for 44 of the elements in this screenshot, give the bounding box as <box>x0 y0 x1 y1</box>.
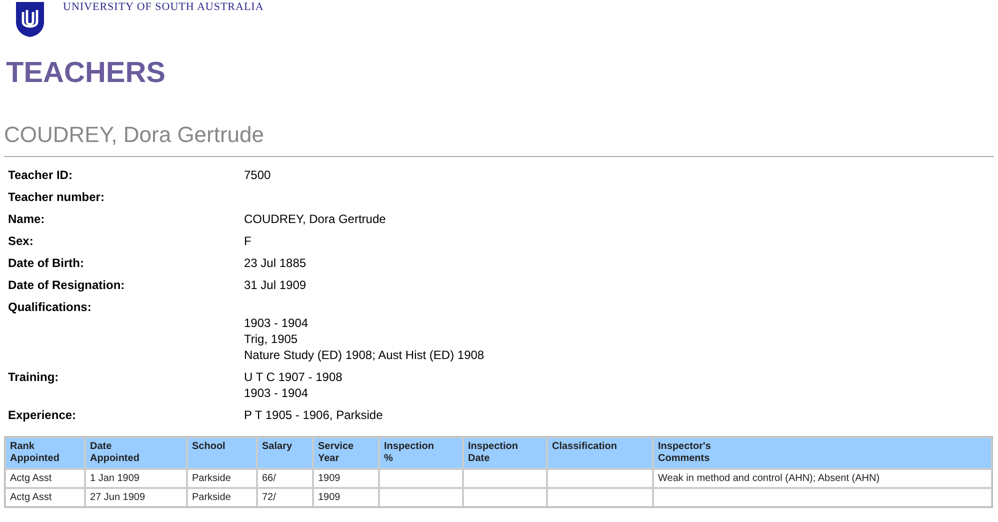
table-cell: 72/ <box>257 488 313 507</box>
column-header: Salary <box>257 437 313 469</box>
field-value: 1903 - 1904 <box>244 315 310 331</box>
table-cell: 1909 <box>313 488 379 507</box>
university-name: UNIVERSITY OF SOUTH AUSTRALIA <box>63 1 264 13</box>
field-label: Date of Birth: <box>8 255 85 271</box>
university-logo <box>14 0 46 38</box>
column-header: School <box>187 437 257 469</box>
table-cell: Actg Asst <box>5 488 85 507</box>
field-value: 1903 - 1904 <box>244 385 310 401</box>
column-header: Service Year <box>313 437 379 469</box>
field-label: Experience: <box>8 407 78 423</box>
field-value: 7500 <box>244 167 271 183</box>
column-header: Date Appointed <box>85 437 187 469</box>
table-cell: Parkside <box>187 469 257 488</box>
field-value: U T C 1907 - 1908 <box>244 369 342 385</box>
table-cell: Actg Asst <box>5 469 85 488</box>
table-cell: 66/ <box>257 469 313 488</box>
column-header: Inspection Date <box>463 437 547 469</box>
field-label: Qualifications: <box>8 299 92 316</box>
field-value: P T 1905 - 1906, Parkside <box>244 407 383 423</box>
field-value: 31 Jul 1909 <box>244 277 306 293</box>
field-value: Trig, 1905 <box>244 331 299 347</box>
field-value: F <box>244 233 252 249</box>
column-header: Rank Appointed <box>5 437 85 469</box>
field-value: 23 Jul 1885 <box>244 255 306 271</box>
table-cell: 1909 <box>313 469 379 488</box>
field-label: Sex: <box>8 233 34 249</box>
column-header: Classification <box>547 437 653 469</box>
field-label: Date of Resignation: <box>8 277 126 293</box>
field-label: Teacher ID: <box>8 167 74 183</box>
column-header: Inspector's Comments <box>653 437 992 469</box>
field-label: Teacher number: <box>8 189 106 205</box>
table-cell: Parkside <box>187 488 257 507</box>
table-cell: 1 Jan 1909 <box>85 469 187 488</box>
page-title: TEACHERS <box>6 56 167 90</box>
record-title: COUDREY, Dora Gertrude <box>4 122 266 148</box>
column-header: Inspection % <box>379 437 463 469</box>
field-value: Nature Study (ED) 1908; Aust Hist (ED) 1908 <box>244 347 484 363</box>
field-value: COUDREY, Dora Gertrude <box>244 211 386 227</box>
table-cell: 27 Jun 1909 <box>85 488 187 507</box>
table-cell: Weak in method and control (AHN); Absent (AHN) <box>653 469 992 488</box>
field-label: Training: <box>8 369 60 386</box>
field-label: Name: <box>8 211 46 227</box>
